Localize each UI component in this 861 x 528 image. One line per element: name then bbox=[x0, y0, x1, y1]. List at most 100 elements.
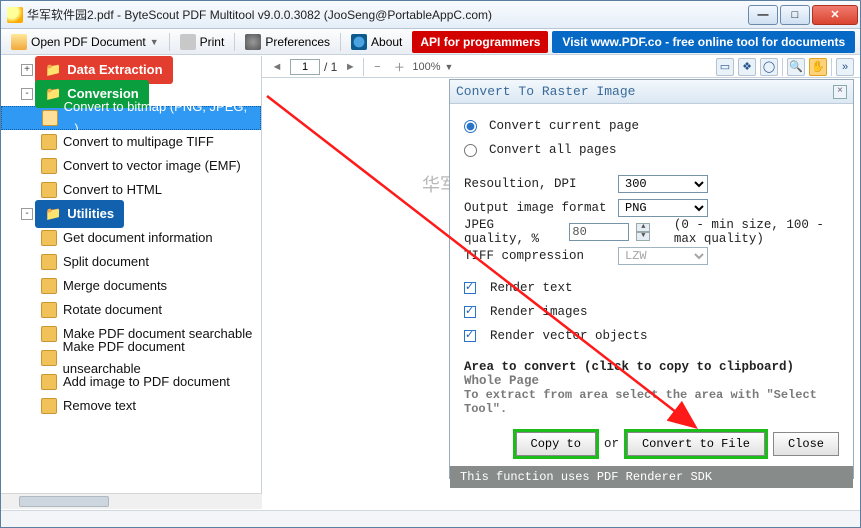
item-icon bbox=[41, 302, 57, 318]
item-label: Get document information bbox=[63, 227, 213, 249]
binoculars-icon[interactable]: 🔍 bbox=[787, 58, 805, 76]
next-page-button[interactable]: ► bbox=[341, 58, 359, 76]
close-panel-button[interactable]: Close bbox=[773, 432, 839, 456]
prev-page-button[interactable]: ◄ bbox=[268, 58, 286, 76]
item-label: Merge documents bbox=[63, 275, 167, 297]
open-pdf-button[interactable]: Open PDF Document ▼ bbox=[5, 32, 165, 52]
zoom-out-button[interactable]: − bbox=[368, 58, 386, 76]
tool-2-button[interactable]: ❖ bbox=[738, 58, 756, 76]
radio-input[interactable] bbox=[464, 144, 477, 157]
item-label: Convert to vector image (EMF) bbox=[63, 155, 241, 177]
tiff-select[interactable]: LZW bbox=[618, 247, 708, 265]
tree-item-rotate[interactable]: Rotate document bbox=[1, 298, 261, 322]
gear-icon bbox=[245, 34, 261, 50]
more-button[interactable]: » bbox=[836, 58, 854, 76]
tree-group-data-extraction[interactable]: + 📁 Data Extraction bbox=[1, 58, 261, 82]
item-label: Split document bbox=[63, 251, 149, 273]
status-bar bbox=[1, 510, 860, 527]
expand-icon[interactable]: + bbox=[21, 64, 33, 76]
radio-label: Convert current page bbox=[489, 119, 639, 133]
item-label: Convert to multipage TIFF bbox=[63, 131, 214, 153]
resolution-select[interactable]: 300 bbox=[618, 175, 708, 193]
tree-item-merge[interactable]: Merge documents bbox=[1, 274, 261, 298]
zoom-in-button[interactable]: ＋ bbox=[390, 58, 408, 76]
collapse-icon[interactable]: - bbox=[21, 208, 33, 220]
radio-label: Convert all pages bbox=[489, 143, 617, 157]
radio-all-pages[interactable]: Convert all pages bbox=[464, 138, 839, 162]
cb-render-vector[interactable]: Render vector objects bbox=[464, 324, 839, 348]
print-label: Print bbox=[200, 35, 225, 49]
item-icon bbox=[41, 326, 57, 342]
document-area: ◄ / 1 ► − ＋ 100%▼ ▭ ❖ ◯ 🔍 ✋ » bbox=[262, 56, 860, 509]
cb-label: Render vector objects bbox=[490, 329, 648, 343]
item-icon bbox=[41, 230, 57, 246]
item-icon bbox=[42, 110, 58, 126]
item-label: Add image to PDF document bbox=[63, 371, 230, 393]
tree-item-removetext[interactable]: Remove text bbox=[1, 394, 261, 418]
radio-current-page[interactable]: Convert current page bbox=[464, 114, 839, 138]
tree-item-addimage[interactable]: Add image to PDF document bbox=[1, 370, 261, 394]
page-nav-toolbar: ◄ / 1 ► − ＋ 100%▼ ▭ ❖ ◯ 🔍 ✋ » bbox=[262, 56, 860, 78]
format-select[interactable]: PNG bbox=[618, 199, 708, 217]
pdfco-link[interactable]: Visit www.PDF.co - free online tool for … bbox=[552, 31, 855, 53]
cb-render-images[interactable]: Render images bbox=[464, 300, 839, 324]
format-label: Output image format bbox=[464, 201, 610, 215]
sidebar-scrollbar[interactable] bbox=[1, 493, 262, 509]
checkbox-icon[interactable] bbox=[464, 306, 476, 318]
checkbox-icon[interactable] bbox=[464, 330, 476, 342]
cb-render-text[interactable]: Render text bbox=[464, 276, 839, 300]
page-input[interactable] bbox=[290, 59, 320, 75]
item-icon bbox=[41, 398, 57, 414]
convert-raster-panel: Convert To Raster Image × Convert curren… bbox=[449, 79, 854, 479]
panel-title-bar: Convert To Raster Image × bbox=[450, 80, 853, 104]
about-button[interactable]: About bbox=[345, 32, 408, 52]
quality-label: JPEG quality, % bbox=[464, 218, 561, 246]
group-label: 📁 Utilities bbox=[35, 200, 124, 228]
pref-label: Preferences bbox=[265, 35, 330, 49]
tree-item-convert-html[interactable]: Convert to HTML bbox=[1, 178, 261, 202]
collapse-icon[interactable]: - bbox=[21, 88, 33, 100]
area-whole: Whole Page bbox=[464, 374, 839, 388]
item-icon bbox=[41, 254, 57, 270]
tree-item-unsearchable[interactable]: Make PDF document unsearchable bbox=[1, 346, 261, 370]
copy-to-button[interactable]: Copy to bbox=[516, 432, 596, 456]
tree-item-convert-bitmap[interactable]: Convert to bitmap (PNG, JPEG, ...) bbox=[1, 106, 261, 130]
panel-close-button[interactable]: × bbox=[833, 85, 847, 99]
cb-label: Render text bbox=[490, 281, 573, 295]
title-bar: 华军软件园2.pdf - ByteScout PDF Multitool v9.… bbox=[1, 1, 860, 29]
page-count: / 1 bbox=[324, 60, 337, 74]
minimize-button[interactable]: — bbox=[748, 5, 778, 25]
info-icon bbox=[351, 34, 367, 50]
window-title: 华军软件园2.pdf - ByteScout PDF Multitool v9.… bbox=[27, 6, 748, 23]
zoom-value: 100% bbox=[412, 61, 440, 73]
app-icon bbox=[7, 7, 23, 23]
tree-item-convert-emf[interactable]: Convert to vector image (EMF) bbox=[1, 154, 261, 178]
tool-3-button[interactable]: ◯ bbox=[760, 58, 778, 76]
print-button[interactable]: Print bbox=[174, 32, 231, 52]
area-header: Area to convert (click to copy to clipbo… bbox=[464, 360, 839, 374]
open-label: Open PDF Document bbox=[31, 35, 146, 49]
panel-title: Convert To Raster Image bbox=[456, 84, 635, 99]
quality-spinner[interactable]: ▲▼ bbox=[636, 223, 650, 241]
print-icon bbox=[180, 34, 196, 50]
hand-tool-button[interactable]: ✋ bbox=[809, 58, 827, 76]
area-hint: To extract from area select the area wit… bbox=[464, 388, 839, 416]
maximize-button[interactable]: □ bbox=[780, 5, 810, 25]
convert-to-file-button[interactable]: Convert to File bbox=[627, 432, 765, 456]
item-icon bbox=[41, 278, 57, 294]
close-button[interactable]: ✕ bbox=[812, 5, 858, 25]
about-label: About bbox=[371, 35, 402, 49]
item-label: Remove text bbox=[63, 395, 136, 417]
tree-item-split[interactable]: Split document bbox=[1, 250, 261, 274]
radio-input[interactable] bbox=[464, 120, 477, 133]
api-link[interactable]: API for programmers bbox=[412, 31, 548, 53]
tree-group-utilities[interactable]: - 📁 Utilities bbox=[1, 202, 261, 226]
tree-item-docinfo[interactable]: Get document information bbox=[1, 226, 261, 250]
preferences-button[interactable]: Preferences bbox=[239, 32, 336, 52]
quality-input[interactable] bbox=[569, 223, 629, 241]
area-info[interactable]: Whole Page To extract from area select t… bbox=[464, 374, 839, 416]
checkbox-icon[interactable] bbox=[464, 282, 476, 294]
tool-1-button[interactable]: ▭ bbox=[716, 58, 734, 76]
dropdown-icon: ▼ bbox=[150, 37, 159, 47]
main-toolbar: Open PDF Document ▼ Print Preferences Abo… bbox=[1, 29, 860, 55]
